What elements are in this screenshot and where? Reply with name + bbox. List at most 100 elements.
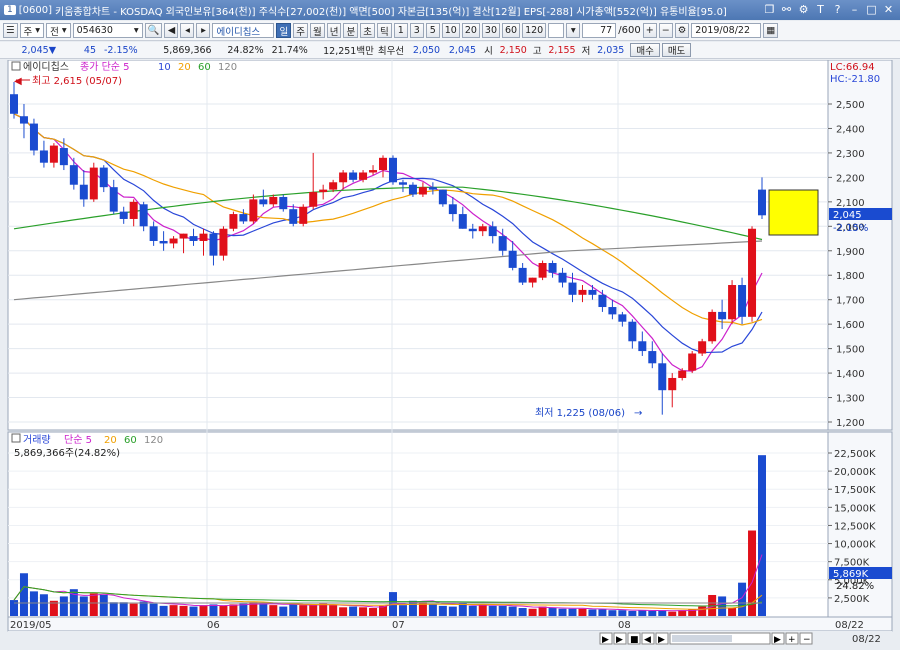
tab-week[interactable]: 주 — [293, 23, 308, 38]
price-tick-label: 2,100 — [836, 198, 865, 209]
tab-day[interactable]: 일 — [276, 23, 292, 38]
candle-down — [718, 311, 727, 320]
sell-button[interactable]: 매도 — [661, 43, 692, 57]
candle-down — [738, 285, 747, 317]
text-icon[interactable]: T — [813, 2, 828, 17]
chart-svg[interactable]: 2,5002,4002,3002,2002,1002,0001,9001,800… — [0, 59, 900, 650]
period-select[interactable]: 주 ▾ — [19, 23, 45, 38]
interval-dropdown-icon[interactable]: ▾ — [566, 23, 581, 38]
chart-area[interactable]: 2,500 2,400 2,300 2,200 2,100 2,000 1,900 1,800… — [0, 59, 900, 650]
candle-down — [608, 307, 617, 315]
candle-up — [49, 145, 58, 163]
minimize-icon[interactable]: – — [847, 2, 862, 17]
interval-60[interactable]: 60 — [502, 23, 521, 38]
scroll-thumb[interactable] — [672, 635, 732, 642]
help-icon[interactable]: ? — [830, 2, 845, 17]
tab-year[interactable]: 년 — [326, 23, 342, 38]
candle-down — [99, 167, 108, 188]
volume-bar-up — [169, 605, 178, 616]
scroll-minus-glyph: − — [803, 635, 811, 645]
candle-up — [748, 228, 757, 317]
interval-20[interactable]: 20 — [461, 23, 480, 38]
window-icon: 1 — [4, 5, 16, 15]
volume-bar-up — [578, 608, 587, 616]
interval-input[interactable] — [548, 23, 565, 38]
candle-down — [508, 250, 517, 268]
volume-bar-down — [10, 600, 18, 616]
candle-down — [289, 209, 298, 224]
all-select-value: 전 — [50, 26, 59, 38]
restore-icon[interactable]: ❐ — [762, 2, 777, 17]
tab-tick[interactable]: 틱 — [376, 23, 392, 38]
maximize-icon[interactable]: □ — [864, 2, 879, 17]
tab-month[interactable]: 월 — [309, 23, 325, 38]
close-icon[interactable]: ✕ — [881, 2, 896, 17]
price-tick-label: 2,400 — [836, 124, 865, 135]
best-bid-label: 최우선 — [377, 46, 405, 57]
stock-code-input[interactable]: 054630 ▾ — [72, 23, 143, 38]
volume-bar-down — [79, 596, 88, 616]
candle-up — [89, 167, 98, 200]
volume-bar-down — [19, 573, 28, 616]
calendar-icon[interactable]: ▦ — [763, 23, 779, 38]
hc-value: HC:-21.80 — [830, 74, 880, 85]
next-icon[interactable]: ▸ — [196, 23, 211, 38]
window-title: 키움종합차트 - KOSDAQ 외국인보유[364(천)] 주식수[27,002… — [55, 6, 727, 18]
scroll-zoom-glyph: ▶ — [774, 635, 781, 645]
candle-up — [229, 214, 238, 229]
candle-up — [339, 172, 348, 183]
volume-bar-up — [728, 608, 737, 616]
volume-bar-down — [498, 605, 507, 616]
interval-5[interactable]: 5 — [425, 23, 440, 38]
candle-up — [129, 201, 138, 219]
candle-down — [488, 226, 497, 237]
volume-value: 5,869,366 — [163, 44, 212, 56]
stock-name-field[interactable]: 에이디칩스 — [212, 23, 275, 38]
price-tick-label: 1,500 — [836, 345, 865, 356]
interval-10[interactable]: 10 — [441, 23, 460, 38]
toolbar-menu-icon[interactable]: ☰ — [3, 23, 18, 38]
candle-down — [109, 187, 118, 212]
candle-down — [518, 267, 527, 283]
volume-bar-down — [558, 608, 567, 616]
volume-bar-up — [668, 611, 677, 616]
speaker-icon[interactable]: ◀ — [164, 23, 179, 38]
volume-bar-up — [359, 607, 368, 616]
settings-icon[interactable]: ⚙ — [796, 2, 811, 17]
prev-icon[interactable]: ◂ — [180, 23, 195, 38]
gear-icon[interactable]: ⚙ — [674, 23, 690, 38]
candle-down — [149, 226, 158, 241]
tab-second[interactable]: 초 — [360, 23, 375, 38]
candle-down — [398, 182, 407, 185]
volume-bar-down — [119, 602, 128, 616]
candle-down — [568, 282, 577, 295]
candle-up — [169, 238, 178, 244]
search-icon[interactable]: 🔍 — [144, 23, 163, 38]
zoom-in-icon[interactable]: + — [642, 23, 657, 38]
link-icon[interactable]: ⚯ — [779, 2, 794, 17]
candle-down — [598, 294, 607, 308]
vol-legend-ma5: 단순 5 — [64, 434, 92, 446]
all-select[interactable]: 전 ▾ — [46, 23, 71, 38]
price-legend-name: 에이디칩스 — [23, 61, 69, 73]
volume-bar-down — [189, 606, 198, 616]
vol-legend-ma120: 120 — [144, 435, 163, 446]
volume-tick-label: 12,500K — [834, 521, 876, 532]
volume-bar-up — [339, 607, 348, 616]
interval-120[interactable]: 120 — [522, 23, 547, 38]
best-bid: 2,050 — [412, 44, 441, 56]
volume-tag-text: 5,869K — [833, 569, 869, 580]
volume-tick-label: 2,500K — [834, 594, 870, 605]
zoom-out-icon[interactable]: − — [658, 23, 673, 38]
yellow-highlight-box — [768, 189, 819, 236]
interval-1[interactable]: 1 — [393, 23, 408, 38]
scroll-controls[interactable]: ▶ ▶ ■ ◀ ▶ ▶ + − — [599, 632, 813, 645]
buy-button[interactable]: 매수 — [630, 43, 660, 57]
x-label-right2: 08/22 — [852, 634, 881, 645]
count-input[interactable]: 77 — [582, 23, 617, 38]
interval-3[interactable]: 3 — [409, 23, 424, 38]
tab-minute[interactable]: 분 — [343, 23, 359, 38]
interval-30[interactable]: 30 — [481, 23, 500, 38]
open-value: 2,150 — [499, 44, 527, 56]
date-input[interactable]: 2019/08/22 — [691, 23, 762, 38]
